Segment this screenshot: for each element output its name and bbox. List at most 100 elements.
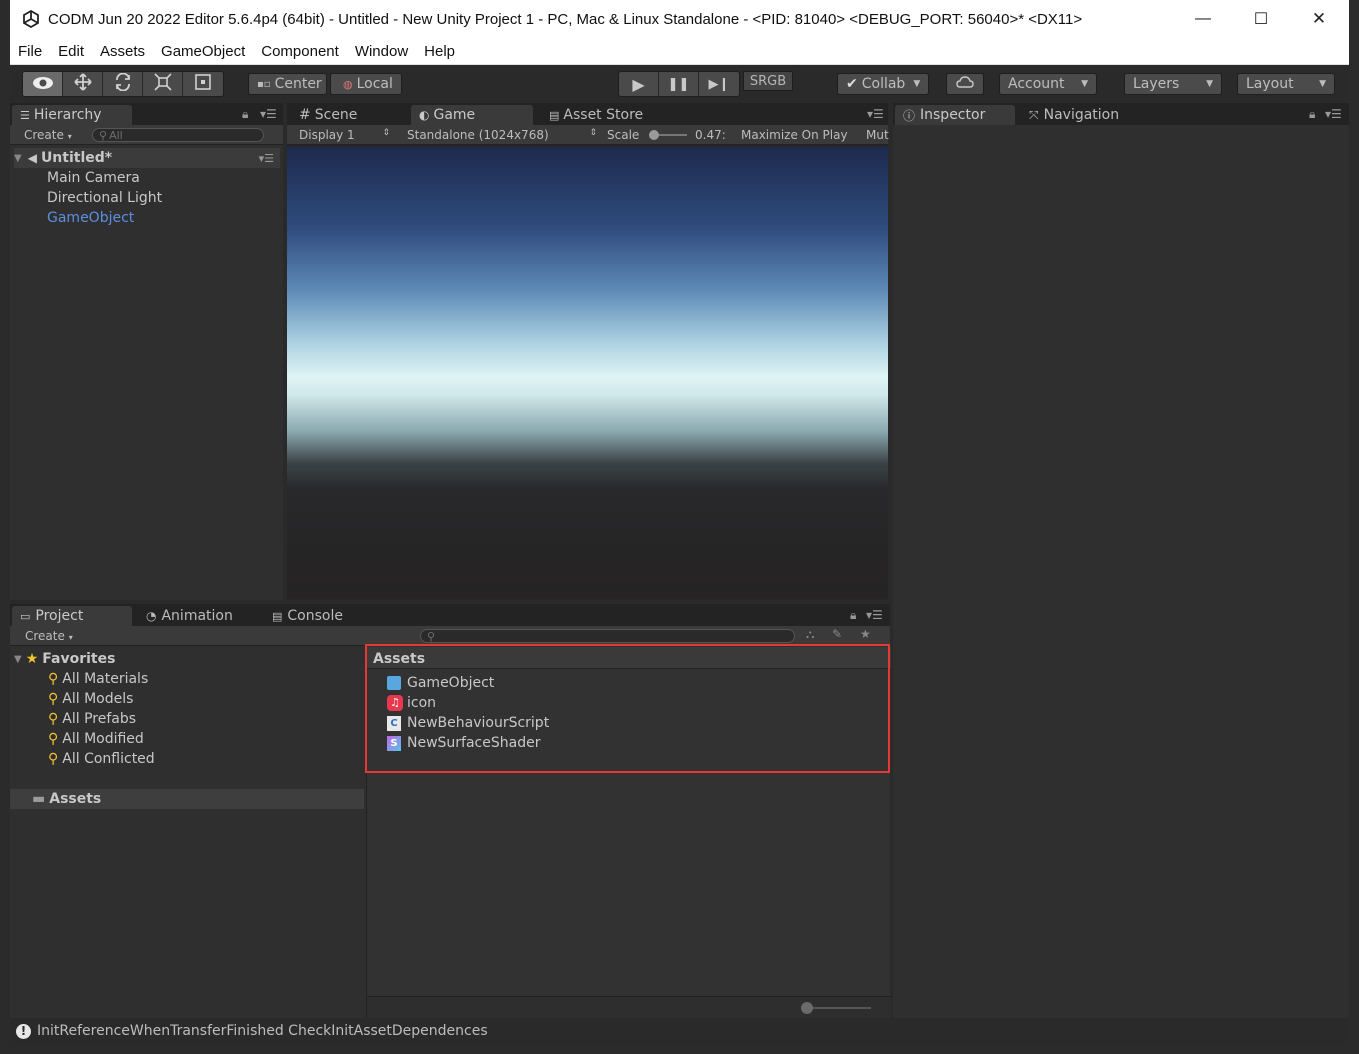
chevron-down-icon: ▼ (913, 79, 921, 89)
play-controls: ▶ ❚❚ ▶❙ (618, 71, 740, 97)
tab-project[interactable]: ▭ Project (12, 606, 132, 626)
hierarchy-subbar: Create ▾ ⚲ All (10, 125, 283, 145)
icon-size-slider-thumb[interactable] (801, 1002, 813, 1014)
filter-by-label-icon[interactable]: ✎ (832, 627, 842, 641)
expand-arrow-icon: ▼ (14, 653, 22, 665)
cloud-icon (956, 76, 974, 92)
maximize-on-play-toggle[interactable]: Maximize On Play (741, 128, 848, 142)
rotate-tool-button[interactable] (103, 72, 143, 96)
favorite-star-icon[interactable]: ★ (860, 627, 871, 641)
project-subbar: Create ▾ ⚲ ⛬ ✎ ★ (10, 626, 890, 646)
favorites-header[interactable]: ▼ ★ Favorites (14, 651, 115, 667)
favorite-all-conflicted[interactable]: ⚲ All Conflicted (48, 751, 155, 767)
pivot-local-toggle[interactable]: ◍ Local (330, 73, 402, 95)
panel-menu-icon[interactable]: ▾☰ (867, 107, 884, 121)
scale-tool-button[interactable] (143, 72, 183, 96)
center-tabbar: # Scene ◐ Game ▤ Asset Store ▾☰ (287, 103, 888, 125)
tab-console[interactable]: ▤ Console (264, 606, 384, 626)
mute-audio-toggle[interactable]: Mut (866, 128, 889, 142)
hierarchy-create-button[interactable]: Create ▾ (24, 128, 72, 142)
favorite-all-modified[interactable]: ⚲ All Modified (48, 731, 144, 747)
panel-menu-icon[interactable]: ▾☰ (260, 107, 277, 121)
scale-icon (153, 73, 172, 95)
favorite-all-models[interactable]: ⚲ All Models (48, 691, 133, 707)
hierarchy-search-input[interactable]: ⚲ All (92, 128, 264, 142)
search-icon: ⚲ (48, 751, 59, 767)
star-icon: ★ (25, 651, 39, 667)
grid-hash-icon: # (299, 107, 311, 123)
menu-window[interactable]: Window (355, 43, 408, 60)
menu-help[interactable]: Help (424, 43, 455, 60)
rect-tool-button[interactable] (183, 72, 223, 96)
scale-slider-thumb[interactable] (649, 130, 659, 140)
menu-component[interactable]: Component (261, 43, 339, 60)
menu-gameobject[interactable]: GameObject (161, 43, 245, 60)
lock-icon[interactable]: 🔒︎ (242, 107, 248, 122)
shopping-bag-icon: ▤ (549, 108, 560, 122)
checkmark-icon: ✔ (846, 76, 858, 92)
tab-hierarchy[interactable]: ☰ Hierarchy (12, 105, 132, 125)
cloud-button[interactable] (946, 73, 984, 95)
move-tool-button[interactable] (63, 72, 103, 96)
hierarchy-item-gameobject[interactable]: GameObject (47, 210, 134, 226)
title-bar: CODM Jun 20 2022 Editor 5.6.4p4 (64bit) … (10, 0, 1349, 38)
chevron-down-icon: ▼ (1206, 79, 1213, 89)
layout-dropdown[interactable]: Layout ▼ (1237, 73, 1335, 95)
game-viewport[interactable] (287, 147, 888, 598)
favorite-all-materials[interactable]: ⚲ All Materials (48, 671, 148, 687)
hierarchy-tabbar: ☰ Hierarchy 🔒︎ ▾☰ (10, 103, 283, 125)
folder-icon: ▭ (20, 609, 31, 623)
account-dropdown[interactable]: Account ▼ (999, 73, 1097, 95)
play-button[interactable]: ▶ (619, 72, 659, 96)
view-tool-button[interactable] (23, 72, 63, 96)
collab-dropdown[interactable]: ✔ Collab ▼ (837, 73, 930, 95)
move-arrows-icon (73, 73, 92, 95)
hierarchy-item-directional-light[interactable]: Directional Light (47, 190, 162, 206)
inspector-tabbar: ⓘ Inspector ⤧ Navigation 🔒︎ ▾☰ (893, 103, 1349, 125)
local-icon: ◍ (343, 77, 353, 91)
favorite-all-prefabs[interactable]: ⚲ All Prefabs (48, 711, 136, 727)
display-dropdown[interactable]: Display 1 ⇕ (299, 128, 394, 142)
lock-icon[interactable]: 🔒︎ (850, 608, 856, 623)
project-create-button[interactable]: Create ▾ (25, 629, 73, 643)
tab-inspector[interactable]: ⓘ Inspector (895, 105, 1015, 125)
assets-folder[interactable]: ▬ Assets (10, 789, 364, 809)
unity-scene-icon: ◀ (27, 151, 37, 165)
clock-icon: ◔ (146, 609, 157, 623)
chevron-down-icon: ▾ (67, 132, 72, 141)
hierarchy-item-main-camera[interactable]: Main Camera (47, 170, 140, 186)
tab-game[interactable]: ◐ Game (411, 105, 533, 125)
status-bar: ! InitReferenceWhenTransferFinished Chec… (10, 1018, 1349, 1044)
filter-by-type-icon[interactable]: ⛬ (806, 627, 814, 642)
pause-button[interactable]: ❚❚ (659, 72, 699, 96)
layers-dropdown[interactable]: Layers ▼ (1124, 73, 1222, 95)
maximize-button[interactable]: ☐ (1232, 0, 1290, 38)
panel-menu-icon[interactable]: ▾☰ (866, 608, 883, 622)
rect-transform-icon (194, 73, 212, 95)
scale-value: 0.47: (695, 128, 726, 142)
menu-file[interactable]: File (18, 43, 42, 60)
info-icon: ⓘ (903, 108, 916, 123)
tab-navigation[interactable]: ⤧ Navigation (1021, 105, 1151, 125)
step-button[interactable]: ▶❙ (699, 72, 739, 96)
tab-asset-store[interactable]: ▤ Asset Store (541, 105, 671, 125)
lock-icon[interactable]: 🔒︎ (1309, 107, 1315, 122)
project-search-input[interactable]: ⚲ (420, 629, 795, 643)
minimize-button[interactable]: — (1174, 0, 1232, 38)
resolution-dropdown[interactable]: Standalone (1024x768) ⇕ (407, 128, 599, 142)
menu-assets[interactable]: Assets (100, 43, 145, 60)
scene-menu-icon[interactable]: ▾☰ (259, 152, 274, 165)
menu-edit[interactable]: Edit (58, 43, 84, 60)
pivot-center-toggle[interactable]: ▪▫ Center (248, 73, 327, 95)
tab-scene[interactable]: # Scene (291, 105, 401, 125)
scale-label: Scale (607, 128, 640, 142)
close-button[interactable]: ✕ (1290, 0, 1348, 38)
unity-logo-icon (20, 8, 42, 30)
game-toolbar: Display 1 ⇕ Standalone (1024x768) ⇕ Scal… (287, 125, 889, 145)
scene-root[interactable]: ▼ ◀ Untitled* ▾☰ (14, 148, 280, 168)
rotate-icon (114, 72, 132, 95)
project-folder-tree: ▼ ★ Favorites ⚲ All Materials ⚲ All Models… (10, 647, 364, 1018)
panel-menu-icon[interactable]: ▾☰ (1325, 107, 1342, 121)
status-message[interactable]: InitReferenceWhenTransferFinished CheckI… (37, 1023, 488, 1039)
tab-animation[interactable]: ◔ Animation (138, 606, 258, 626)
